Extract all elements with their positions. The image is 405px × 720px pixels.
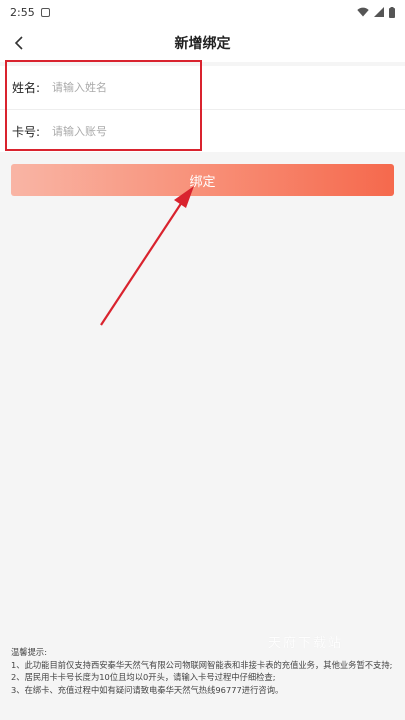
status-bar: 2:55 xyxy=(0,0,405,24)
page-title: 新增绑定 xyxy=(174,36,231,52)
status-left: 2:55 xyxy=(10,6,50,19)
card-label: 卡号: xyxy=(12,124,41,139)
name-input[interactable] xyxy=(52,81,405,94)
status-right xyxy=(357,6,395,18)
notes-section: 温馨提示: 1、此功能目前仅支持西安秦华天然气有限公司物联网智能表和非接卡表的充… xyxy=(11,646,399,696)
chevron-left-icon xyxy=(14,36,23,50)
notes-title: 温馨提示: xyxy=(11,647,47,657)
name-label: 姓名: xyxy=(12,81,41,95)
wifi-icon xyxy=(357,7,369,17)
bind-form: 姓名: 卡号: xyxy=(0,66,405,152)
name-row: 姓名: xyxy=(0,66,405,109)
bind-button[interactable]: 绑定 xyxy=(11,164,394,196)
card-row: 卡号: xyxy=(0,109,405,152)
back-button[interactable] xyxy=(6,30,32,56)
card-number-input[interactable] xyxy=(52,124,405,138)
signal-icon xyxy=(374,7,384,17)
battery-icon xyxy=(389,6,395,18)
notes-item: 2、居民用卡卡号长度为10位且均以0开头，请输入卡号过程中仔细检查; xyxy=(11,672,276,683)
status-time: 2:55 xyxy=(10,5,35,19)
notification-app-icon xyxy=(40,7,50,17)
annotation-arrow-shaft xyxy=(100,198,185,326)
notes-item: 1、此功能目前仅支持西安秦华天然气有限公司物联网智能表和非接卡表的充值业务，其他… xyxy=(11,659,393,670)
nav-bar: 新增绑定 xyxy=(0,24,405,62)
notes-item: 3、在绑卡、充值过程中如有疑问请致电秦华天然气热线96777进行咨询。 xyxy=(11,684,284,695)
